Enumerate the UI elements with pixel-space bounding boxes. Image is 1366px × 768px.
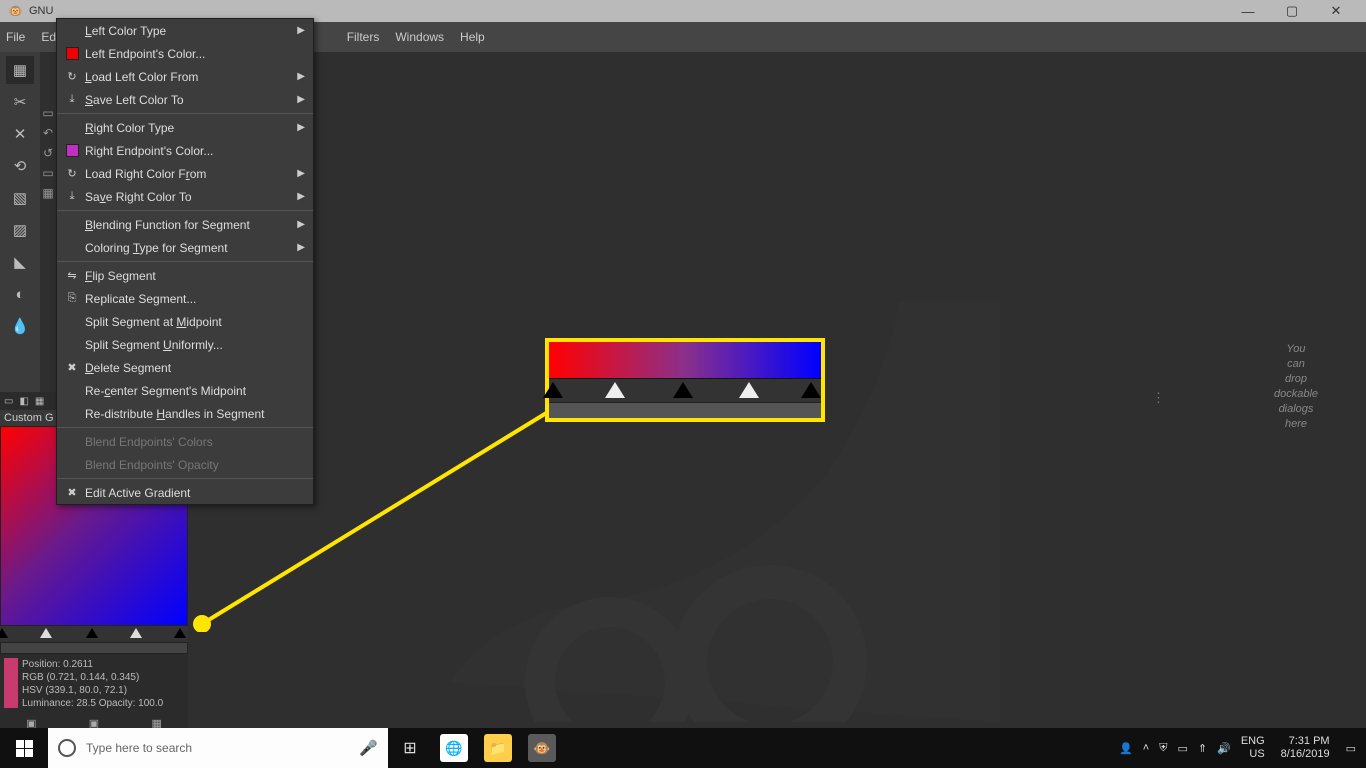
tab-icon[interactable]: ◧ bbox=[19, 396, 28, 407]
sub-icon[interactable]: ▦ bbox=[40, 186, 56, 200]
menu-save-right-color[interactable]: ⤓Save Right Color To▶ bbox=[57, 185, 313, 208]
language-indicator[interactable]: ENGUS bbox=[1241, 735, 1265, 761]
blur-tool-icon[interactable]: 💧 bbox=[6, 312, 34, 340]
tab-icon[interactable]: ▭ bbox=[4, 396, 13, 407]
battery-icon[interactable]: ▭ bbox=[1177, 742, 1187, 755]
start-button[interactable] bbox=[0, 728, 48, 768]
menu-redistribute-handles[interactable]: Re-distribute Handles in Segment bbox=[57, 402, 313, 425]
toolbox-col2: ▭ ↶ ↺ ▭ ▦ bbox=[40, 104, 56, 404]
menu-edit-active-gradient[interactable]: ✖Edit Active Gradient bbox=[57, 481, 313, 504]
app-gimp[interactable]: 🐵 bbox=[520, 728, 564, 768]
tray-chevron-icon[interactable]: ˄ bbox=[1143, 742, 1149, 754]
minimize-button[interactable]: — bbox=[1226, 0, 1270, 22]
close-button[interactable]: ✕ bbox=[1314, 0, 1358, 22]
search-placeholder: Type here to search bbox=[86, 741, 192, 755]
sample-swatch bbox=[4, 658, 18, 708]
people-icon[interactable]: 👤 bbox=[1119, 742, 1133, 755]
dock-hint: Youcandrop dockabledialogshere bbox=[1246, 342, 1346, 432]
taskbar: Type here to search 🎤 ⊞ 🌐 📁 🐵 👤 ˄ ⛨ ▭ ⇑ … bbox=[0, 728, 1366, 768]
toolbox: ▦ ✂ ✕ ⟲ ▧ ▨ ◣ ◐ 💧 bbox=[0, 52, 40, 392]
info-luminance: Luminance: 28.5 Opacity: 100.0 bbox=[22, 697, 163, 710]
bucket-tool-icon[interactable]: ◣ bbox=[6, 248, 34, 276]
callout-zoom bbox=[545, 338, 825, 422]
menu-load-left-color[interactable]: ↻Load Left Color From▶ bbox=[57, 65, 313, 88]
sub-icon[interactable]: ↺ bbox=[40, 146, 56, 160]
tab-icon[interactable]: ▦ bbox=[35, 396, 44, 407]
taskbar-clock[interactable]: 7:31 PM8/16/2019 bbox=[1275, 735, 1336, 761]
pattern-tool-icon[interactable]: ▨ bbox=[6, 216, 34, 244]
gradient-scrollbar[interactable] bbox=[0, 642, 188, 654]
grid-tool-icon[interactable]: ▧ bbox=[6, 184, 34, 212]
menu-file[interactable]: File bbox=[6, 30, 25, 44]
gimp-logo-icon: 🐵 bbox=[8, 4, 23, 18]
menu-blend-colors: Blend Endpoints' Colors bbox=[57, 430, 313, 453]
menu-flip-segment[interactable]: ⇋Flip Segment bbox=[57, 264, 313, 287]
menu-split-midpoint[interactable]: Split Segment at Midpoint bbox=[57, 310, 313, 333]
system-tray: 👤 ˄ ⛨ ▭ ⇑ 🔊 ENGUS 7:31 PM8/16/2019 ▭ bbox=[1109, 735, 1366, 761]
gradient-info: Position: 0.2611 RGB (0.721, 0.144, 0.34… bbox=[0, 654, 188, 714]
volume-icon[interactable]: 🔊 bbox=[1217, 742, 1231, 755]
mic-icon[interactable]: 🎤 bbox=[359, 739, 378, 757]
menu-filters[interactable]: Filters bbox=[347, 30, 380, 44]
security-icon[interactable]: ⛨ bbox=[1159, 742, 1167, 755]
menu-save-left-color[interactable]: ⤓Save Left Color To▶ bbox=[57, 88, 313, 111]
dock-handle-icon[interactable]: ⋮ bbox=[1152, 390, 1166, 406]
sub-icon[interactable]: ↶ bbox=[40, 126, 56, 140]
transform-tool-icon[interactable]: ⟲ bbox=[6, 152, 34, 180]
menu-left-color-type[interactable]: Left Color Type▶ bbox=[57, 19, 313, 42]
sub-icon[interactable]: ▭ bbox=[40, 166, 56, 180]
sub-icon[interactable]: ▭ bbox=[40, 106, 56, 120]
wifi-icon[interactable]: ⇑ bbox=[1198, 742, 1207, 755]
window-title: GNU bbox=[29, 5, 53, 17]
info-rgb: RGB (0.721, 0.144, 0.345) bbox=[22, 671, 163, 684]
app-explorer[interactable]: 📁 bbox=[476, 728, 520, 768]
info-hsv: HSV (339.1, 80.0, 72.1) bbox=[22, 684, 163, 697]
rect-select-tool-icon[interactable]: ▦ bbox=[6, 56, 34, 84]
measure-tool-icon[interactable]: ✕ bbox=[6, 120, 34, 148]
menu-split-uniform[interactable]: Split Segment Uniformly... bbox=[57, 333, 313, 356]
menu-delete-segment[interactable]: ✖Delete Segment bbox=[57, 356, 313, 379]
gradient-tool-icon[interactable]: ◐ bbox=[6, 280, 34, 308]
menu-recenter-midpoint[interactable]: Re-center Segment's Midpoint bbox=[57, 379, 313, 402]
cortana-icon bbox=[58, 739, 76, 757]
menu-coloring-type[interactable]: Coloring Type for Segment▶ bbox=[57, 236, 313, 259]
task-view-icon[interactable]: ⊞ bbox=[388, 728, 432, 768]
menu-blending-function[interactable]: Blending Function for Segment▶ bbox=[57, 213, 313, 236]
menu-load-right-color[interactable]: ↻Load Right Color From▶ bbox=[57, 162, 313, 185]
app-chrome[interactable]: 🌐 bbox=[432, 728, 476, 768]
callout-scrollbar bbox=[549, 402, 821, 418]
gradient-handles[interactable] bbox=[0, 626, 188, 642]
menu-blend-opacity: Blend Endpoints' Opacity bbox=[57, 453, 313, 476]
menu-right-color-type[interactable]: Right Color Type▶ bbox=[57, 116, 313, 139]
menu-left-endpoint-color[interactable]: Left Endpoint's Color... bbox=[57, 42, 313, 65]
menu-help[interactable]: Help bbox=[460, 30, 485, 44]
notification-icon[interactable]: ▭ bbox=[1346, 742, 1356, 755]
windows-logo-icon bbox=[16, 740, 33, 757]
info-position: Position: 0.2611 bbox=[22, 658, 163, 671]
workarea: ▦ ✂ ✕ ⟲ ▧ ▨ ◣ ◐ 💧 ▭ ↶ ↺ ▭ ▦ Left Color T… bbox=[0, 52, 1366, 728]
taskbar-search[interactable]: Type here to search 🎤 bbox=[48, 728, 388, 768]
callout-handles bbox=[549, 378, 821, 402]
gradient-context-menu: Left Color Type▶ Left Endpoint's Color..… bbox=[56, 18, 314, 505]
menu-right-endpoint-color[interactable]: Right Endpoint's Color... bbox=[57, 139, 313, 162]
menu-replicate-segment[interactable]: ⎘Replicate Segment... bbox=[57, 287, 313, 310]
callout-gradient bbox=[549, 342, 821, 378]
scissors-tool-icon[interactable]: ✂ bbox=[6, 88, 34, 116]
menu-windows[interactable]: Windows bbox=[395, 30, 444, 44]
maximize-button[interactable]: ▢ bbox=[1270, 0, 1314, 22]
